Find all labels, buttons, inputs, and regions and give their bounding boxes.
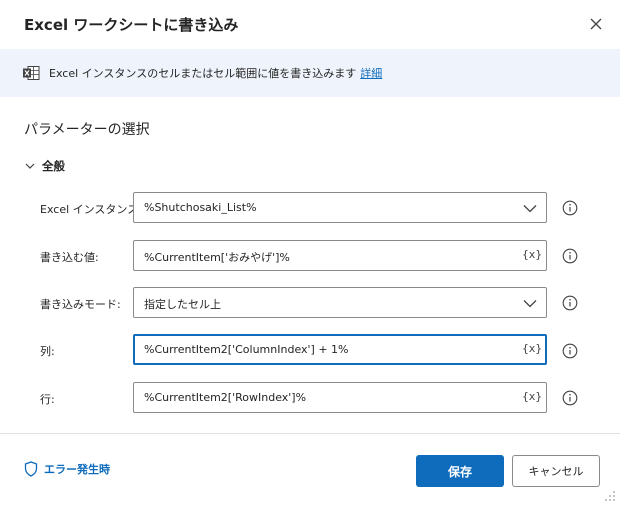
excel-icon bbox=[23, 66, 40, 80]
resize-grip-icon[interactable] bbox=[604, 490, 616, 502]
info-icon[interactable] bbox=[562, 200, 578, 216]
dialog-title: Excel ワークシートに書き込み bbox=[24, 16, 239, 34]
column-value: %CurrentItem2['ColumnIndex'] + 1% bbox=[144, 343, 349, 356]
info-bar: Excel インスタンスのセルまたはセル範囲に値を書き込みます 詳細 bbox=[0, 49, 620, 97]
variable-button[interactable]: {x} bbox=[522, 248, 542, 261]
info-icon[interactable] bbox=[562, 343, 578, 359]
write-value-label: 書き込む値: bbox=[40, 251, 99, 264]
shield-icon bbox=[24, 461, 38, 477]
chevron-down-icon bbox=[25, 163, 35, 169]
info-icon[interactable] bbox=[562, 295, 578, 311]
row-value: %CurrentItem2['RowIndex']% bbox=[144, 391, 307, 404]
section-title: パラメーターの選択 bbox=[24, 122, 150, 138]
info-icon[interactable] bbox=[562, 248, 578, 264]
info-text: Excel インスタンスのセルまたはセル範囲に値を書き込みます 詳細 bbox=[49, 65, 382, 81]
write-value-text: %CurrentItem['おみやげ']% bbox=[144, 251, 290, 264]
excel-instance-value: %Shutchosaki_List% bbox=[144, 201, 257, 214]
cancel-button[interactable]: キャンセル bbox=[512, 455, 600, 487]
column-label: 列: bbox=[40, 345, 55, 358]
write-mode-label: 書き込みモード: bbox=[40, 298, 121, 311]
group-label: 全般 bbox=[42, 159, 65, 173]
info-icon[interactable] bbox=[562, 390, 578, 406]
column-input[interactable]: %CurrentItem2['ColumnIndex'] + 1% {x} bbox=[133, 334, 547, 365]
chevron-down-icon bbox=[523, 300, 537, 308]
excel-instance-label: Excel インスタンス: bbox=[40, 203, 142, 216]
group-toggle-general[interactable]: 全般 bbox=[24, 158, 65, 174]
write-value-input[interactable]: %CurrentItem['おみやげ']% {x} bbox=[133, 240, 547, 271]
row-label: 行: bbox=[40, 393, 55, 406]
row-input[interactable]: %CurrentItem2['RowIndex']% {x} bbox=[133, 382, 547, 413]
info-description: Excel インスタンスのセルまたはセル範囲に値を書き込みます bbox=[49, 67, 357, 80]
close-icon[interactable] bbox=[586, 14, 606, 34]
details-link[interactable]: 詳細 bbox=[360, 67, 382, 80]
write-mode-dropdown[interactable]: 指定したセル上 bbox=[133, 287, 547, 318]
variable-button[interactable]: {x} bbox=[522, 342, 542, 355]
variable-button[interactable]: {x} bbox=[522, 390, 542, 403]
chevron-down-icon bbox=[523, 205, 537, 213]
footer-divider bbox=[0, 433, 620, 434]
on-error-label: エラー発生時 bbox=[44, 463, 110, 476]
on-error-link[interactable]: エラー発生時 bbox=[24, 461, 110, 477]
save-button[interactable]: 保存 bbox=[416, 455, 504, 487]
write-mode-value: 指定したセル上 bbox=[144, 298, 221, 311]
excel-instance-dropdown[interactable]: %Shutchosaki_List% bbox=[133, 192, 547, 223]
